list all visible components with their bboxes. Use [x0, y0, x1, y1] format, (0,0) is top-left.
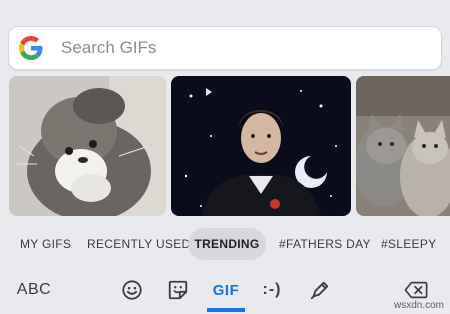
watermark: wsxdn.com — [393, 300, 444, 311]
cat-gif-image — [9, 76, 166, 216]
tab-trending[interactable]: TRENDING — [188, 228, 266, 260]
tab-recently-used[interactable]: RECENTLY USED — [87, 228, 190, 260]
abc-label: ABC — [16, 281, 52, 298]
pen-icon — [310, 281, 329, 300]
gif-thumbnail-cat[interactable] — [9, 76, 166, 216]
google-g-icon — [19, 36, 43, 60]
gif-search-bar[interactable]: Search GIFs — [9, 27, 441, 69]
sticker-icon — [168, 280, 188, 300]
man-gif-image — [171, 76, 351, 216]
abc-keyboard-button[interactable]: ABC — [14, 272, 54, 308]
gif-tab-indicator — [207, 308, 245, 312]
sticker-button[interactable] — [164, 272, 192, 308]
emoji-button[interactable] — [118, 272, 146, 308]
search-placeholder[interactable]: Search GIFs — [61, 38, 156, 58]
emoticon-label: :-) — [262, 281, 282, 298]
cats-gif-image — [356, 76, 450, 216]
gif-thumbnail-cats[interactable] — [356, 76, 450, 216]
gif-category-tabs: MY GIFS RECENTLY USED TRENDING #FATHERS … — [0, 228, 450, 260]
gif-label: GIF — [212, 281, 240, 299]
gif-thumbnail-man[interactable] — [171, 76, 351, 216]
backspace-icon — [404, 281, 428, 299]
gif-tab-button[interactable]: GIF — [206, 272, 246, 308]
tab-sleepy[interactable]: #SLEEPY — [381, 228, 436, 260]
handwriting-button[interactable] — [306, 272, 334, 308]
emoticon-button[interactable]: :-) — [256, 272, 288, 308]
tab-fathers-day[interactable]: #FATHERS DAY — [279, 228, 371, 260]
tab-my-gifs[interactable]: MY GIFS — [20, 228, 71, 260]
emoji-icon — [122, 280, 142, 300]
